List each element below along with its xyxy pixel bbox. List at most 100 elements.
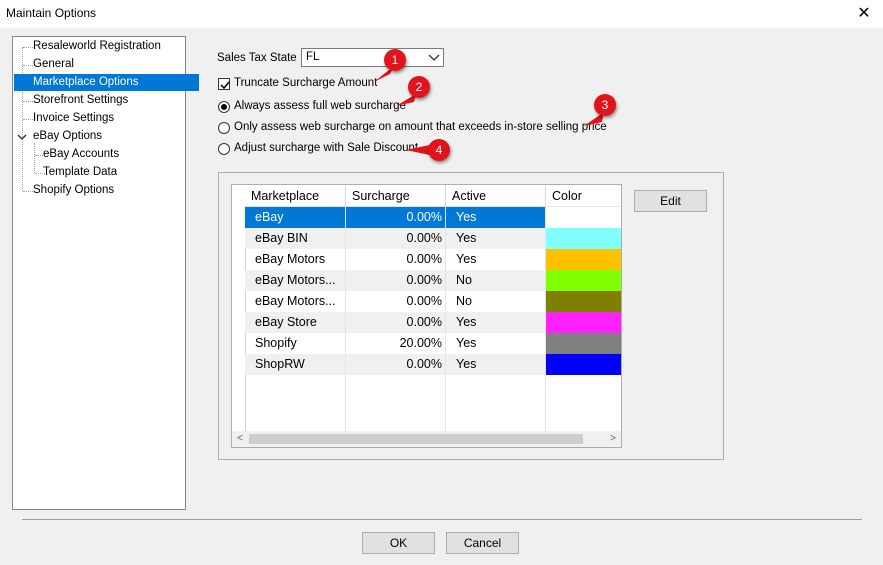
column-header-active[interactable]: Active [446, 185, 546, 207]
cell-marketplace: Shopify [255, 336, 297, 350]
column-divider [545, 375, 546, 431]
column-divider [445, 375, 446, 431]
options-tree[interactable]: Resaleworld Registration General Marketp… [12, 36, 199, 510]
column-divider [545, 312, 546, 333]
cell-color-swatch[interactable] [546, 333, 621, 354]
cancel-button[interactable]: Cancel [446, 532, 519, 554]
scroll-left-icon[interactable]: < [232, 431, 248, 447]
column-divider [345, 375, 346, 431]
cell-marketplace: ShopRW [255, 357, 305, 371]
cell-surcharge: 0.00% [406, 315, 442, 329]
tree-item-storefront-settings[interactable]: Storefront Settings [29, 92, 132, 109]
column-divider [445, 228, 446, 249]
cell-surcharge: 0.00% [406, 273, 442, 287]
sales-tax-label: Sales Tax State [217, 52, 297, 64]
column-divider [445, 333, 446, 354]
radio-adjust-surcharge-label: Adjust surcharge with Sale Discount [234, 142, 419, 154]
radio-always-assess[interactable] [218, 101, 230, 113]
window-title: Maintain Options [6, 6, 97, 20]
tree-item-ebay-options[interactable]: eBay Options [29, 128, 106, 145]
radio-adjust-surcharge[interactable] [218, 143, 230, 155]
cell-marketplace: eBay Motors [255, 252, 326, 266]
chevron-down-icon[interactable] [17, 132, 27, 142]
column-divider [545, 228, 546, 249]
cell-color-swatch[interactable] [546, 207, 621, 228]
column-divider [345, 333, 346, 354]
cell-surcharge: 0.00% [406, 231, 442, 245]
scrollbar-thumb[interactable] [249, 434, 583, 444]
cell-surcharge: 0.00% [406, 357, 442, 371]
cell-color-swatch[interactable] [546, 270, 621, 291]
check-icon [220, 81, 230, 90]
column-divider [445, 249, 446, 270]
column-divider [345, 354, 346, 375]
tree-connector [34, 143, 35, 173]
horizontal-scrollbar[interactable]: < > [232, 431, 621, 447]
column-divider [345, 228, 346, 249]
column-divider [345, 207, 346, 228]
title-bar: Maintain Options ✕ [0, 0, 883, 28]
column-divider [545, 354, 546, 375]
column-header-surcharge[interactable]: Surcharge [346, 185, 446, 207]
cell-active: Yes [456, 252, 477, 266]
column-divider [445, 291, 446, 312]
edit-button[interactable]: Edit [634, 190, 707, 212]
callout-marker-2: 2 [408, 76, 430, 98]
truncate-surcharge-checkbox[interactable] [218, 78, 230, 90]
tree-item-general[interactable]: General [29, 56, 78, 73]
cell-marketplace: eBay Store [255, 315, 317, 329]
cell-active: No [456, 273, 472, 287]
cell-surcharge: 0.00% [406, 252, 442, 266]
truncate-surcharge-label: Truncate Surcharge Amount [234, 77, 378, 89]
close-icon[interactable]: ✕ [852, 2, 876, 26]
grid-row-header [232, 185, 246, 431]
callout-marker-1: 1 [384, 49, 406, 71]
cell-color-swatch[interactable] [546, 228, 621, 249]
column-divider [445, 312, 446, 333]
cell-marketplace: eBay Motors... [255, 294, 336, 308]
column-divider [545, 207, 546, 228]
cell-color-swatch[interactable] [546, 312, 621, 333]
column-divider [545, 270, 546, 291]
column-divider [445, 270, 446, 291]
radio-selected-dot [221, 104, 227, 110]
cell-color-swatch[interactable] [546, 291, 621, 312]
ok-button[interactable]: OK [362, 532, 435, 554]
cell-active: Yes [456, 336, 477, 350]
chevron-down-icon[interactable] [428, 49, 440, 66]
tree-item-resaleworld-registration[interactable]: Resaleworld Registration [29, 38, 165, 55]
cell-active: Yes [456, 315, 477, 329]
column-divider [545, 291, 546, 312]
column-divider [345, 249, 346, 270]
cell-surcharge: 0.00% [406, 294, 442, 308]
marketplace-grid[interactable]: Marketplace Surcharge Active Color eBay 0… [231, 184, 622, 448]
tree-item-ebay-accounts[interactable]: eBay Accounts [39, 146, 123, 163]
column-divider [445, 207, 446, 228]
cell-marketplace: eBay [255, 210, 284, 224]
tree-item-shopify-options[interactable]: Shopify Options [29, 182, 118, 199]
radio-always-assess-label: Always assess full web surcharge [234, 100, 406, 112]
sales-tax-state-value: FL [306, 51, 320, 63]
cell-color-swatch[interactable] [546, 354, 621, 375]
tree-item-invoice-settings[interactable]: Invoice Settings [29, 110, 118, 127]
column-divider [345, 291, 346, 312]
tree-item-template-data[interactable]: Template Data [39, 164, 121, 181]
cell-marketplace: eBay Motors... [255, 273, 336, 287]
cell-active: Yes [456, 231, 477, 245]
cell-color-swatch[interactable] [546, 249, 621, 270]
cell-surcharge: 20.00% [399, 336, 442, 350]
radio-only-assess-label: Only assess web surcharge on amount that… [234, 121, 607, 133]
radio-only-assess[interactable] [218, 122, 230, 134]
column-header-color[interactable]: Color [546, 185, 621, 207]
scroll-right-icon[interactable]: > [605, 431, 621, 447]
column-divider [545, 249, 546, 270]
cell-surcharge: 0.00% [406, 210, 442, 224]
column-header-marketplace[interactable]: Marketplace [245, 185, 346, 207]
footer-separator [22, 519, 862, 520]
column-divider [545, 333, 546, 354]
tree-item-marketplace-options[interactable]: Marketplace Options [14, 74, 199, 91]
cell-marketplace: eBay BIN [255, 231, 308, 245]
callout-marker-3: 3 [594, 94, 616, 116]
cell-active: No [456, 294, 472, 308]
cell-active: Yes [456, 210, 477, 224]
